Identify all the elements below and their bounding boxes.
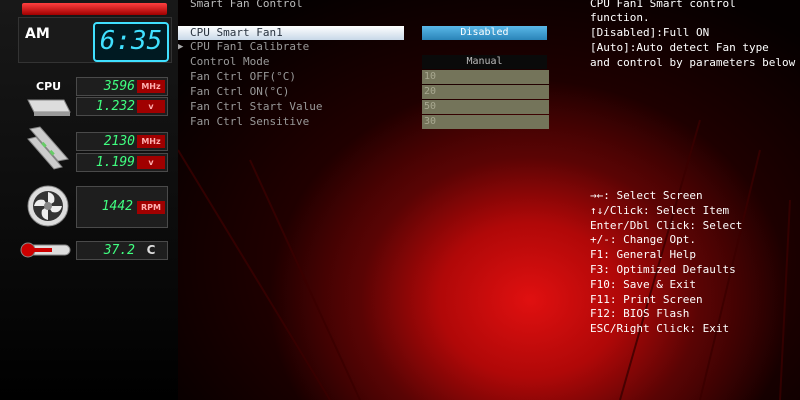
setting-fan-ctrl-sensitive[interactable]: Fan Ctrl Sensitive bbox=[178, 115, 404, 129]
control-mode-value[interactable]: Manual bbox=[422, 55, 547, 69]
key-hint: F10: Save & Exit bbox=[590, 277, 696, 291]
setting-cpu-fan1-calibrate[interactable]: ▶ CPU Fan1 Calibrate bbox=[178, 40, 404, 54]
key-hint: →←: Select Screen bbox=[590, 189, 703, 202]
fan-icon bbox=[27, 185, 69, 227]
cpu-voltage-value: 1.232 bbox=[95, 99, 135, 114]
cpu-frequency-unit: MHz bbox=[137, 80, 165, 93]
submenu-arrow-icon: ▶ bbox=[178, 42, 184, 52]
setting-cpu-smart-fan1[interactable]: CPU Smart Fan1 bbox=[178, 26, 404, 40]
memory-voltage-value: 1.199 bbox=[95, 155, 135, 170]
key-hint: F1: General Help bbox=[590, 248, 696, 262]
temperature-unit: C bbox=[146, 243, 156, 257]
hardware-monitor-panel: AM 6:35 CPU 3596 MHz 1.232 v 2130 MHz 1.… bbox=[0, 0, 178, 400]
temperature-value: 37.2 bbox=[103, 243, 135, 258]
clock-panel: AM 6:35 bbox=[18, 17, 172, 63]
key-hint: F11: Print Screen bbox=[590, 292, 703, 306]
memory-frequency-readout: 2130 MHz bbox=[76, 132, 168, 151]
fan-speed-value: 1442 bbox=[101, 199, 133, 214]
setting-fan-ctrl-off[interactable]: Fan Ctrl OFF(°C) bbox=[178, 70, 404, 84]
help-line-4: [Auto]:Auto detect Fan type bbox=[590, 41, 769, 54]
help-line-2: function. bbox=[590, 11, 650, 24]
cpu-label: CPU bbox=[36, 80, 62, 93]
key-hint: +/-: Change Opt. bbox=[590, 233, 696, 247]
cpu-frequency-readout: 3596 MHz bbox=[76, 77, 168, 96]
setting-control-mode[interactable]: Control Mode bbox=[178, 55, 404, 69]
memory-voltage-readout: 1.199 v bbox=[76, 153, 168, 172]
key-hint: ↑↓/Click: Select Item bbox=[590, 203, 730, 217]
setting-label: Fan Ctrl Sensitive bbox=[190, 115, 310, 128]
clock-display: 6:35 bbox=[93, 22, 169, 62]
start-value-value[interactable]: 50 bbox=[422, 100, 549, 114]
thermometer-icon bbox=[20, 242, 71, 258]
cpu-voltage-readout: 1.232 v bbox=[76, 97, 168, 116]
help-line-3: [Disabled]:Full ON bbox=[590, 26, 710, 39]
fan-on-value[interactable]: 20 bbox=[422, 85, 549, 99]
fan-speed-readout: 1442 RPM bbox=[76, 186, 168, 228]
setting-label: Control Mode bbox=[190, 55, 270, 68]
cpu-frequency-value: 3596 bbox=[103, 79, 135, 94]
cpu-icon bbox=[27, 99, 71, 116]
monitor-header-bar bbox=[22, 3, 167, 15]
setting-label: Fan Ctrl ON(°C) bbox=[190, 85, 290, 98]
setting-label: Fan Ctrl OFF(°C) bbox=[190, 70, 296, 83]
setting-label: CPU Fan1 Calibrate bbox=[190, 40, 310, 53]
memory-icon bbox=[27, 126, 69, 170]
key-legend: →←: Select Screen ↑↓/Click: Select Item … bbox=[590, 189, 742, 337]
setting-fan-ctrl-start-value[interactable]: Fan Ctrl Start Value bbox=[178, 100, 404, 114]
memory-frequency-value: 2130 bbox=[103, 134, 135, 149]
sensitive-value[interactable]: 30 bbox=[422, 115, 549, 129]
ampm-indicator: AM bbox=[25, 26, 50, 42]
setting-fan-ctrl-on[interactable]: Fan Ctrl ON(°C) bbox=[178, 85, 404, 99]
memory-frequency-unit: MHz bbox=[137, 135, 165, 148]
fan-speed-unit: RPM bbox=[137, 201, 165, 214]
smart-fan-value[interactable]: Disabled bbox=[422, 26, 547, 40]
key-hint: Enter/Dbl Click: Select bbox=[590, 218, 743, 232]
page-title: Smart Fan Control bbox=[190, 0, 303, 10]
key-hint: F3: Optimized Defaults bbox=[590, 262, 736, 276]
memory-voltage-unit: v bbox=[137, 156, 165, 169]
fan-off-value[interactable]: 10 bbox=[422, 70, 549, 84]
setting-label: Fan Ctrl Start Value bbox=[190, 100, 323, 113]
key-hint: F12: BIOS Flash bbox=[590, 307, 690, 321]
help-line-1: CPU Fan1 Smart control bbox=[590, 0, 736, 10]
cpu-voltage-unit: v bbox=[137, 100, 165, 113]
help-line-5: and control by parameters below bbox=[590, 56, 796, 69]
setting-label: CPU Smart Fan1 bbox=[190, 26, 283, 39]
key-hint: ESC/Right Click: Exit bbox=[590, 322, 730, 336]
temperature-readout: 37.2 C bbox=[76, 241, 168, 260]
